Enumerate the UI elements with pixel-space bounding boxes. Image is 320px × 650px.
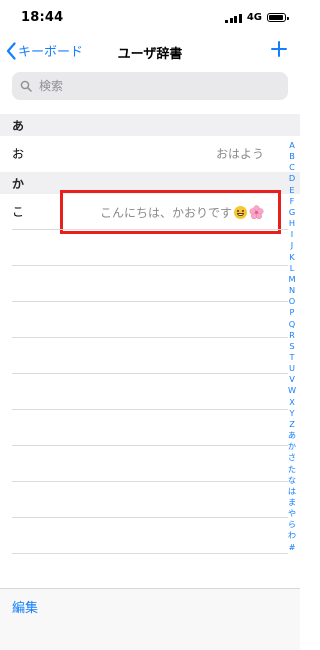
section-index-bar[interactable]: A B C D E F G H I J K L M N O P Q R S T U V W X Y Z あかさたなはまやらわ # — [285, 140, 299, 553]
index-item[interactable]: E — [289, 185, 294, 196]
row-separator — [12, 337, 288, 338]
index-item[interactable]: R — [289, 330, 295, 341]
index-item[interactable]: た — [288, 464, 296, 475]
index-item[interactable]: H — [289, 218, 295, 229]
index-item[interactable]: G — [289, 207, 295, 218]
index-item[interactable]: N — [289, 285, 295, 296]
row-separator — [12, 481, 288, 482]
row-separator — [12, 409, 288, 410]
index-item[interactable]: や — [288, 508, 296, 519]
index-item[interactable]: M — [288, 274, 295, 285]
section-header-a: あ — [0, 114, 300, 136]
index-item[interactable]: P — [290, 307, 295, 318]
index-item[interactable]: L — [290, 263, 295, 274]
index-item[interactable]: F — [290, 196, 295, 207]
row-separator — [12, 553, 288, 554]
index-item[interactable]: な — [288, 475, 296, 486]
status-bar: 18:44 4G — [0, 0, 300, 36]
index-item[interactable]: X — [289, 397, 295, 408]
status-time: 18:44 — [21, 10, 64, 25]
index-item[interactable]: ら — [288, 519, 296, 530]
row-separator — [12, 301, 288, 302]
page-title: ユーザ辞書 — [117, 47, 183, 62]
row-separator — [12, 373, 288, 374]
plus-icon[interactable] — [270, 40, 288, 58]
index-item[interactable]: K — [289, 252, 294, 263]
edit-button[interactable]: 編集 — [12, 597, 38, 616]
index-item[interactable]: J — [291, 240, 293, 251]
search-input[interactable] — [37, 78, 271, 94]
index-item[interactable]: Y — [289, 408, 294, 419]
index-item[interactable]: Z — [289, 419, 295, 430]
network-type: 4G — [246, 12, 262, 23]
home-indicator-area — [0, 622, 300, 650]
index-item[interactable]: U — [289, 363, 295, 374]
index-item[interactable]: T — [289, 352, 294, 363]
entry-reading: こ — [12, 205, 25, 219]
search-icon — [20, 80, 32, 92]
entry-reading: お — [12, 147, 25, 161]
index-item[interactable]: C — [289, 162, 295, 173]
index-item[interactable]: A — [289, 140, 295, 151]
list-item[interactable]: お おはよう — [0, 136, 288, 172]
row-separator — [12, 445, 288, 446]
bottom-toolbar: 編集 — [0, 588, 300, 623]
index-item[interactable]: あ — [288, 430, 296, 441]
highlight-annotation-box — [60, 190, 281, 234]
index-item[interactable]: D — [289, 173, 295, 184]
index-item[interactable]: S — [289, 341, 294, 352]
index-item[interactable]: V — [289, 374, 295, 385]
row-separator — [12, 229, 288, 230]
index-item[interactable]: か — [288, 441, 296, 452]
status-indicators: 4G — [225, 12, 289, 23]
row-separator — [12, 265, 288, 266]
index-item[interactable]: # — [289, 542, 296, 553]
index-item[interactable]: I — [291, 229, 293, 240]
section-header-label: あ — [12, 119, 25, 133]
battery-icon — [267, 13, 289, 22]
index-item[interactable]: さ — [288, 452, 296, 463]
cellular-signal-icon — [225, 13, 242, 23]
index-item[interactable]: Q — [289, 319, 295, 330]
index-item[interactable]: W — [288, 385, 296, 396]
index-item[interactable]: B — [289, 151, 295, 162]
search-bar[interactable] — [12, 72, 288, 100]
index-item[interactable]: は — [288, 486, 296, 497]
navigation-bar: キーボード ユーザ辞書 — [0, 36, 300, 68]
row-separator — [12, 517, 288, 518]
entry-word: おはよう — [215, 147, 264, 161]
index-item[interactable]: わ — [288, 530, 296, 541]
battery-level — [269, 15, 283, 20]
index-item[interactable]: ま — [288, 497, 296, 508]
section-header-label: か — [12, 177, 25, 191]
index-item[interactable]: O — [289, 296, 295, 307]
